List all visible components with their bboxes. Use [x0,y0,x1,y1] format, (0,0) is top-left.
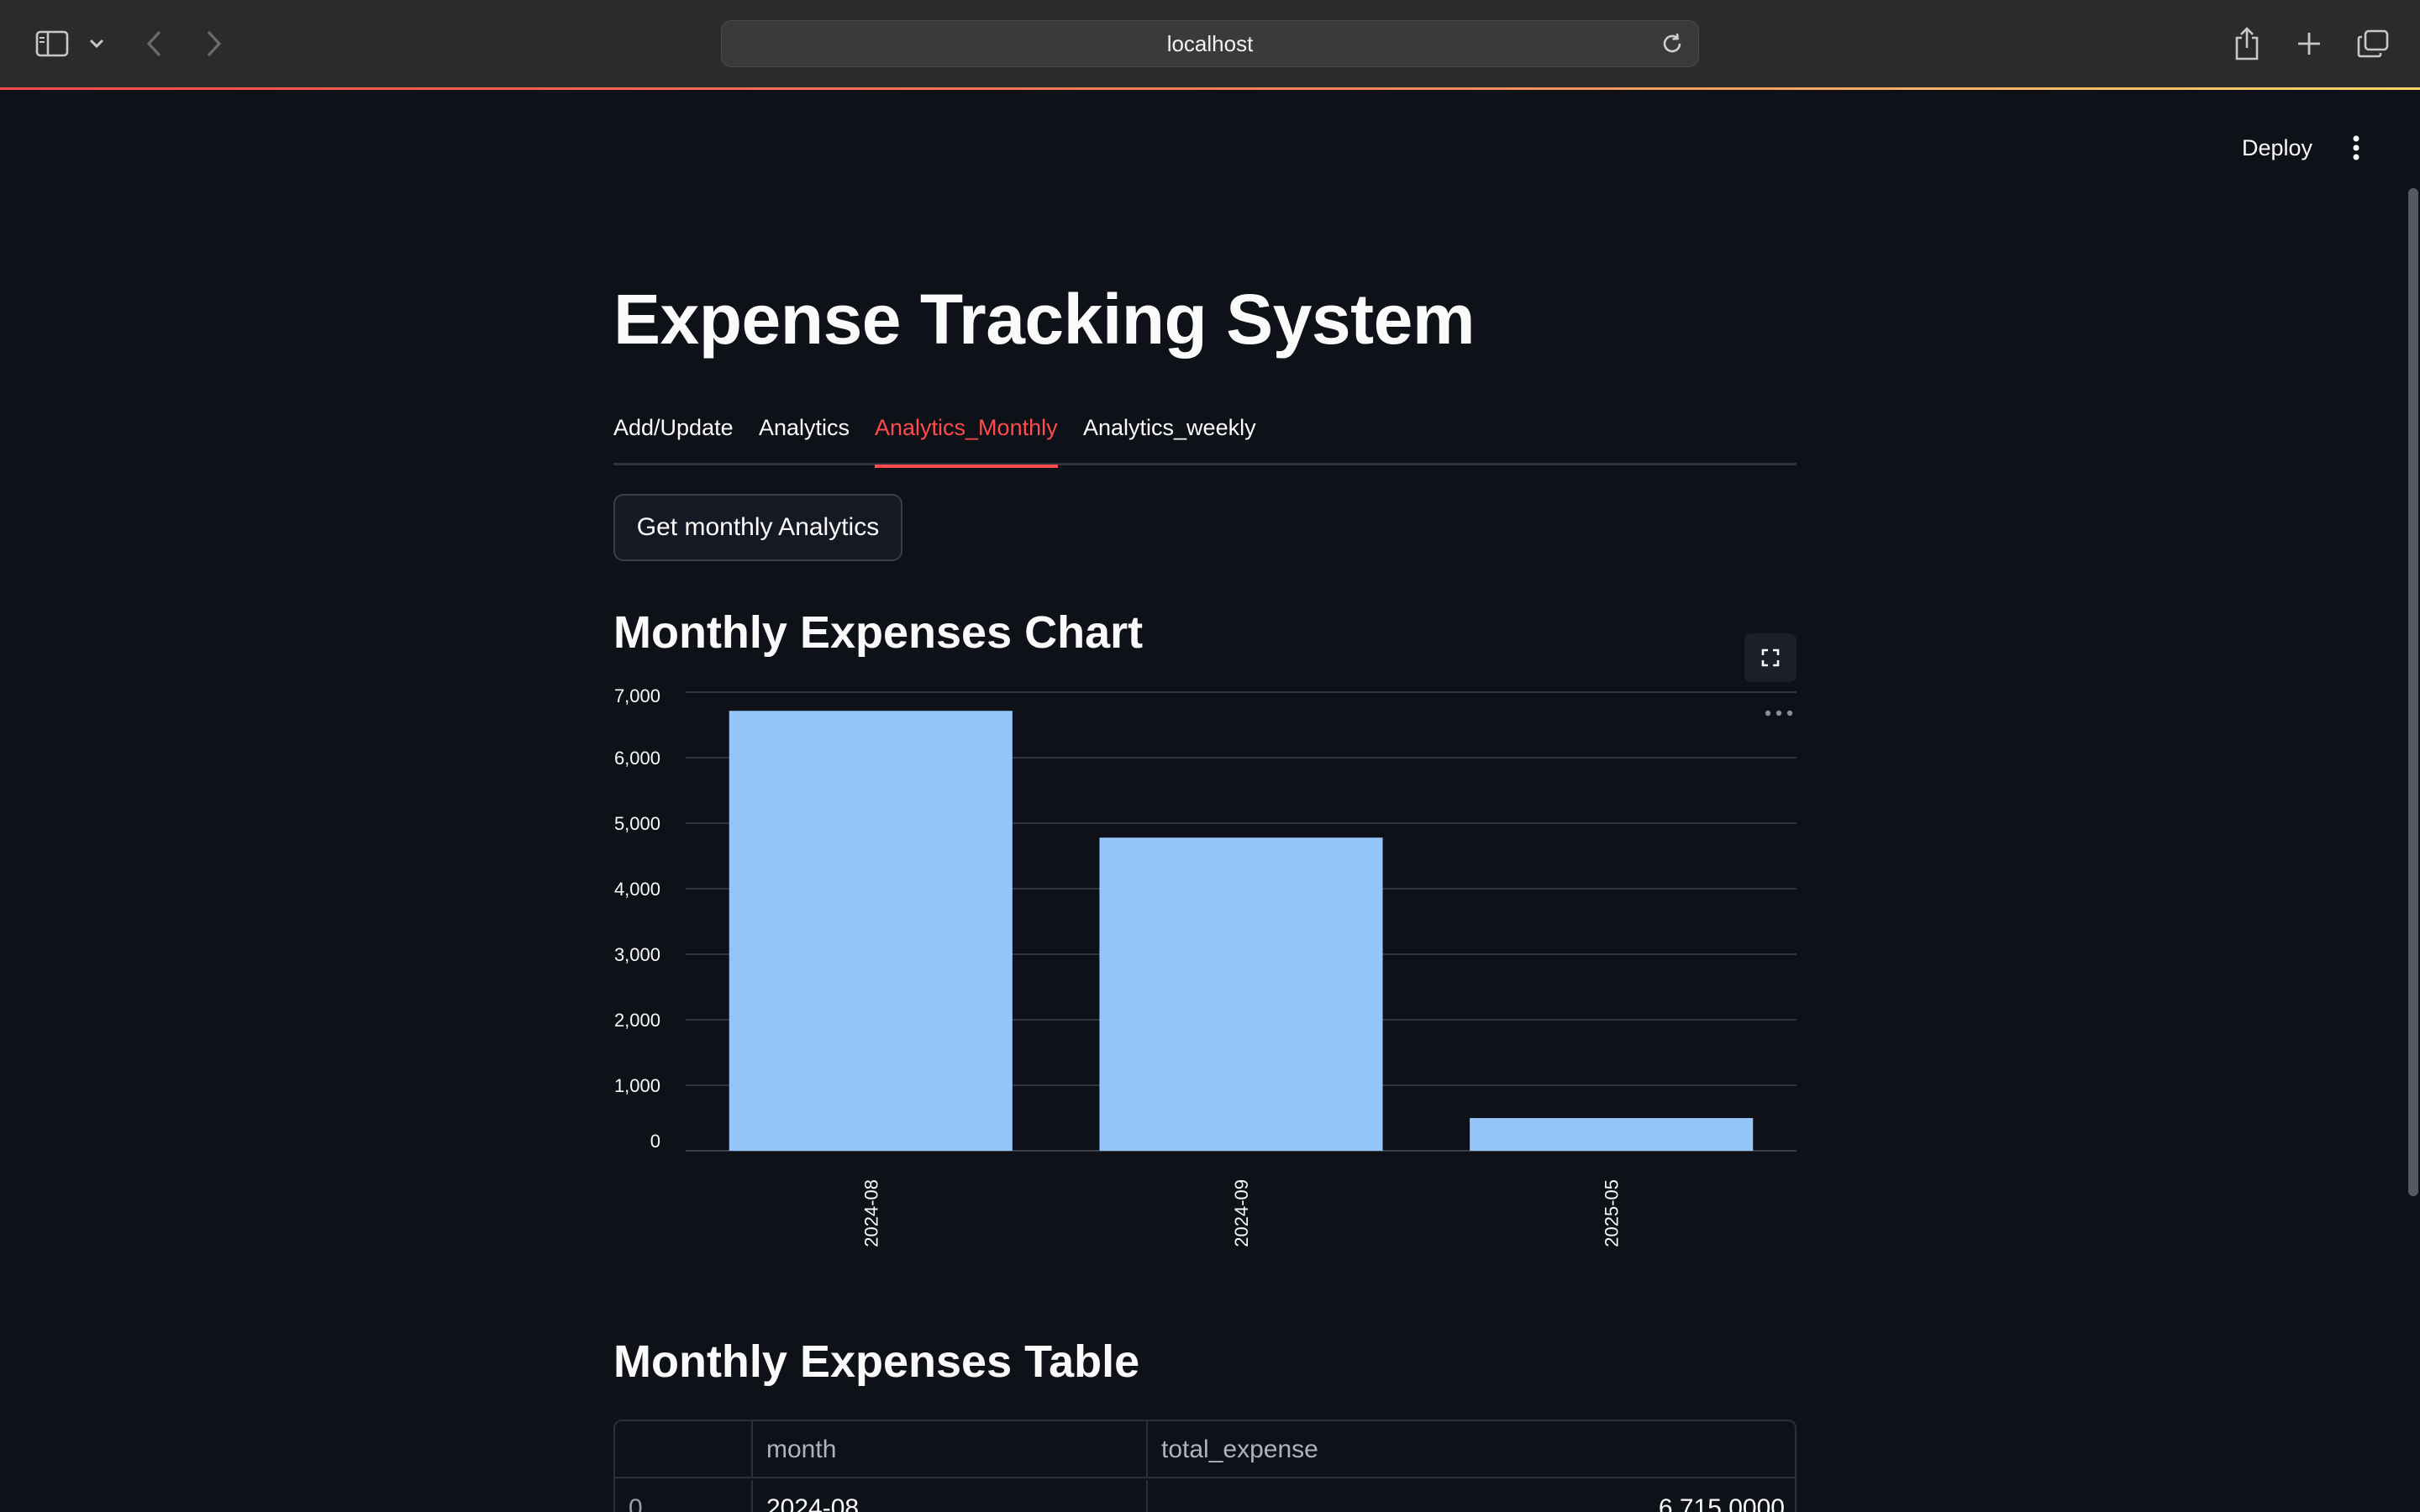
tabs-overview-icon[interactable] [2354,22,2391,66]
deploy-button[interactable]: Deploy [2228,131,2326,165]
y-tick-label: 5,000 [614,813,660,834]
bar-2025-05[interactable] [1470,1118,1754,1151]
y-tick-label: 0 [650,1131,660,1152]
tab-add-update[interactable]: Add/Update [613,412,734,465]
y-tick-label: 1,000 [614,1075,660,1096]
chart-heading: Monthly Expenses Chart [613,607,1144,658]
page-scrollbar[interactable] [2408,188,2418,1196]
kebab-menu-icon[interactable] [2341,129,2371,166]
main-content: Expense Tracking System Add/Update Analy… [613,0,1797,1512]
monthly-expenses-chart: 0 1,000 2,000 3,000 4,000 5,000 6,000 7,000 202… [614,689,1797,1247]
monthly-expenses-table[interactable]: month total_expense 0 2024-08 6,715.0000 [613,1420,1797,1512]
column-header-total-expense[interactable]: total_expense [1148,1421,1795,1478]
share-icon[interactable] [2230,22,2264,66]
page-title: Expense Tracking System [613,280,1476,359]
tab-analytics[interactable]: Analytics [759,412,850,465]
total-expense-cell[interactable]: 6,715.0000 [1148,1480,1795,1512]
fullscreen-icon[interactable] [1744,633,1797,682]
x-tick-label: 2025-05 [1602,1179,1623,1247]
bar-2024-09[interactable] [1099,837,1383,1151]
table-row[interactable]: 0 2024-08 6,715.0000 [615,1480,1795,1512]
column-header-month[interactable]: month [753,1421,1148,1478]
new-tab-icon[interactable] [2292,22,2326,66]
forward-icon[interactable] [198,22,229,66]
x-tick-label: 2024-08 [860,1179,881,1247]
month-cell[interactable]: 2024-08 [753,1480,1148,1512]
y-tick-label: 2,000 [614,1010,660,1031]
tab-analytics-monthly[interactable]: Analytics_Monthly [875,412,1058,468]
back-icon[interactable] [139,22,170,66]
get-monthly-analytics-button[interactable]: Get monthly Analytics [613,494,902,561]
chevron-down-icon[interactable] [86,22,108,66]
table-header: month total_expense [615,1421,1795,1478]
y-tick-label: 4,000 [614,879,660,900]
y-tick-label: 3,000 [614,944,660,965]
row-index: 0 [615,1480,753,1512]
bar-2024-08[interactable] [729,711,1013,1151]
y-tick-label: 6,000 [614,748,660,769]
column-header-index[interactable] [615,1421,753,1478]
tab-bar: Add/Update Analytics Analytics_Monthly A… [613,412,1797,468]
x-tick-label: 2024-09 [1231,1179,1252,1247]
table-heading: Monthly Expenses Table [613,1336,1140,1387]
tab-analytics-weekly[interactable]: Analytics_weekly [1083,412,1256,465]
y-tick-label: 7,000 [614,689,660,706]
sidebar-icon[interactable] [32,22,72,66]
